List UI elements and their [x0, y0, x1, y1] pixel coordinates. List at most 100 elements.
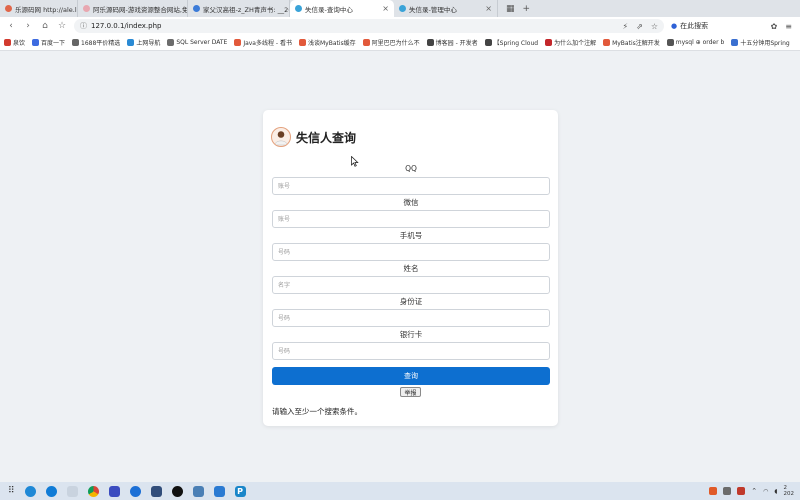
- query-button[interactable]: 查询: [272, 367, 550, 385]
- lightning-icon[interactable]: ⚡: [623, 22, 629, 31]
- bookmark-item[interactable]: 博客园 - 开发者: [426, 38, 478, 47]
- bookmark-item[interactable]: 上网导航: [127, 38, 160, 47]
- chevron-up-icon[interactable]: ⌃: [751, 487, 757, 495]
- tray-app-icon[interactable]: [723, 487, 732, 495]
- status-message: 请输入至少一个搜索条件。: [272, 407, 362, 416]
- info-icon[interactable]: ⓘ: [80, 21, 87, 31]
- page-viewport: 失信人查询 QQ 微信 手机号 姓名 身份证 银行卡 查询 举报 请输入至少一个…: [0, 51, 800, 482]
- bookmark-label: mysql ⊕ order b: [675, 39, 725, 46]
- folder-icon[interactable]: [66, 485, 78, 497]
- bookmark-favicon-icon: [603, 39, 611, 46]
- volume-icon[interactable]: ◖: [774, 488, 777, 495]
- share-icon[interactable]: ⇗: [636, 22, 643, 31]
- query-card: 失信人查询 QQ 微信 手机号 姓名 身份证 银行卡 查询 举报 请输入至少一个…: [263, 110, 558, 426]
- bookmark-item[interactable]: 百度一下: [32, 38, 65, 47]
- search-chip[interactable]: ● 在此搜索: [671, 21, 708, 31]
- bookmark-label: 十五分钟用Spring: [740, 40, 790, 47]
- bookmark-item[interactable]: MyBatis注解开发: [603, 38, 660, 47]
- bank-card-label: 银行卡: [399, 330, 423, 339]
- bookmark-favicon-icon: [167, 39, 175, 46]
- phone-input[interactable]: [272, 243, 550, 261]
- bookmark-label: SQL Server DATE: [176, 39, 228, 46]
- app-icon[interactable]: [192, 485, 204, 497]
- wifi-icon[interactable]: ◠: [763, 488, 768, 495]
- browser-tab-active[interactable]: 失信录-查询中心 ×: [290, 0, 394, 17]
- app-icon[interactable]: [171, 485, 183, 497]
- qq-input[interactable]: [272, 177, 550, 195]
- card-header: 失信人查询: [271, 127, 356, 147]
- bookmark-label: 1688平价精选: [81, 40, 121, 47]
- bookmark-item[interactable]: 浅谈MyBatis缓存: [298, 38, 356, 47]
- search-chip-label: 在此搜索: [680, 22, 709, 30]
- browser-tab[interactable]: 家父汉高祖-z_ZH青声书: __2( ×: [188, 0, 290, 17]
- url-text[interactable]: 127.0.0.1/index.php: [91, 22, 161, 30]
- bookmark-item[interactable]: 为什么加个注解: [545, 38, 596, 47]
- edge-browser-icon[interactable]: [24, 485, 36, 497]
- widgets-icon[interactable]: ⠿: [8, 486, 15, 496]
- clock-partial[interactable]: 2 202: [784, 485, 795, 497]
- bookmark-item[interactable]: Java多线程 - 看书: [234, 38, 292, 47]
- bookmark-favicon-icon: [234, 39, 242, 46]
- bank-card-input[interactable]: [272, 342, 550, 360]
- app-icon[interactable]: [129, 485, 141, 497]
- report-button[interactable]: 举报: [400, 387, 421, 397]
- favorite-star-icon[interactable]: ☆: [57, 21, 67, 31]
- bookmark-item[interactable]: 十五分钟用Spring: [731, 38, 790, 47]
- app-p-icon[interactable]: P: [234, 485, 246, 497]
- name-label: 姓名: [403, 264, 419, 273]
- system-tray: ⌃ ◠ ◖ 2 202: [709, 485, 800, 497]
- new-tab-button[interactable]: +: [523, 4, 531, 14]
- bookmark-favicon-icon: [731, 39, 739, 46]
- back-icon[interactable]: ‹: [6, 21, 16, 31]
- qq-label: QQ: [405, 164, 417, 173]
- browser-tab[interactable]: 失信录-管理中心 ×: [394, 0, 498, 17]
- id-card-input[interactable]: [272, 309, 550, 327]
- tray-app-icon[interactable]: [709, 487, 718, 495]
- tray-app-icon[interactable]: [737, 487, 746, 495]
- bookmark-label: MyBatis注解开发: [612, 40, 660, 47]
- tab-strip: 乐源码网 http://ale.leleyangyu 阿乐源码网-游戏资源整合网…: [0, 0, 800, 17]
- bookmark-item[interactable]: SQL Server DATE: [167, 39, 227, 46]
- browser-tab[interactable]: 乐源码网 http://ale.leleyangyu: [0, 0, 78, 17]
- browser-tab[interactable]: 阿乐源码网-游戏资源整合网站,免 ×: [78, 0, 188, 17]
- tab-label: 阿乐源码网-游戏资源整合网站,免: [93, 5, 188, 14]
- bookmark-star-icon[interactable]: ☆: [651, 22, 658, 31]
- bookmark-label: 浅谈MyBatis缓存: [307, 40, 356, 47]
- name-input[interactable]: [272, 276, 550, 294]
- tab-label: 乐源码网 http://ale.leleyangyu: [15, 5, 77, 14]
- browser-icon[interactable]: [45, 485, 57, 497]
- close-tab-icon[interactable]: ×: [482, 4, 492, 13]
- app-icon[interactable]: [150, 485, 162, 497]
- bookmark-label: 泉饮: [13, 40, 26, 47]
- tab-grid-icon[interactable]: ▦: [506, 4, 515, 14]
- bookmark-label: 【Spring Cloud: [493, 40, 539, 47]
- bookmark-item[interactable]: 【Spring Cloud: [484, 38, 539, 47]
- wechat-input[interactable]: [272, 210, 550, 228]
- person-avatar-icon: [274, 131, 288, 146]
- extensions-icon[interactable]: ✿: [771, 22, 778, 31]
- tab-label: 家父汉高祖-z_ZH青声书: __2(: [203, 5, 290, 14]
- bookmark-favicon-icon: [666, 39, 674, 46]
- tab-favicon-icon: [295, 5, 302, 12]
- bookmark-label: 上网导航: [136, 40, 161, 47]
- address-bar[interactable]: ⓘ 127.0.0.1/index.php ⚡ ⇗ ☆: [74, 19, 664, 33]
- home-icon[interactable]: ⌂: [40, 21, 50, 31]
- bookmark-item[interactable]: 泉饮: [4, 38, 25, 47]
- app-icon[interactable]: [213, 485, 225, 497]
- bookmark-favicon-icon: [4, 39, 11, 46]
- chrome-icon[interactable]: [87, 485, 99, 497]
- bookmark-favicon-icon: [127, 39, 135, 46]
- forward-icon[interactable]: ›: [23, 21, 33, 31]
- bookmark-item[interactable]: mysql ⊕ order b: [666, 39, 725, 46]
- bookmark-item[interactable]: 1688平价精选: [72, 38, 120, 47]
- app-icon[interactable]: [108, 485, 120, 497]
- tab-favicon-icon: [83, 5, 90, 12]
- phone-label: 手机号: [399, 231, 423, 240]
- close-tab-icon[interactable]: ×: [379, 4, 389, 13]
- bookmark-label: 为什么加个注解: [554, 40, 597, 47]
- tab-favicon-icon: [193, 5, 200, 12]
- bookmark-item[interactable]: 阿里巴巴为什么不: [362, 38, 420, 47]
- menu-icon[interactable]: ≡: [785, 22, 792, 31]
- bookmark-favicon-icon: [72, 39, 80, 46]
- wechat-label: 微信: [403, 198, 419, 207]
